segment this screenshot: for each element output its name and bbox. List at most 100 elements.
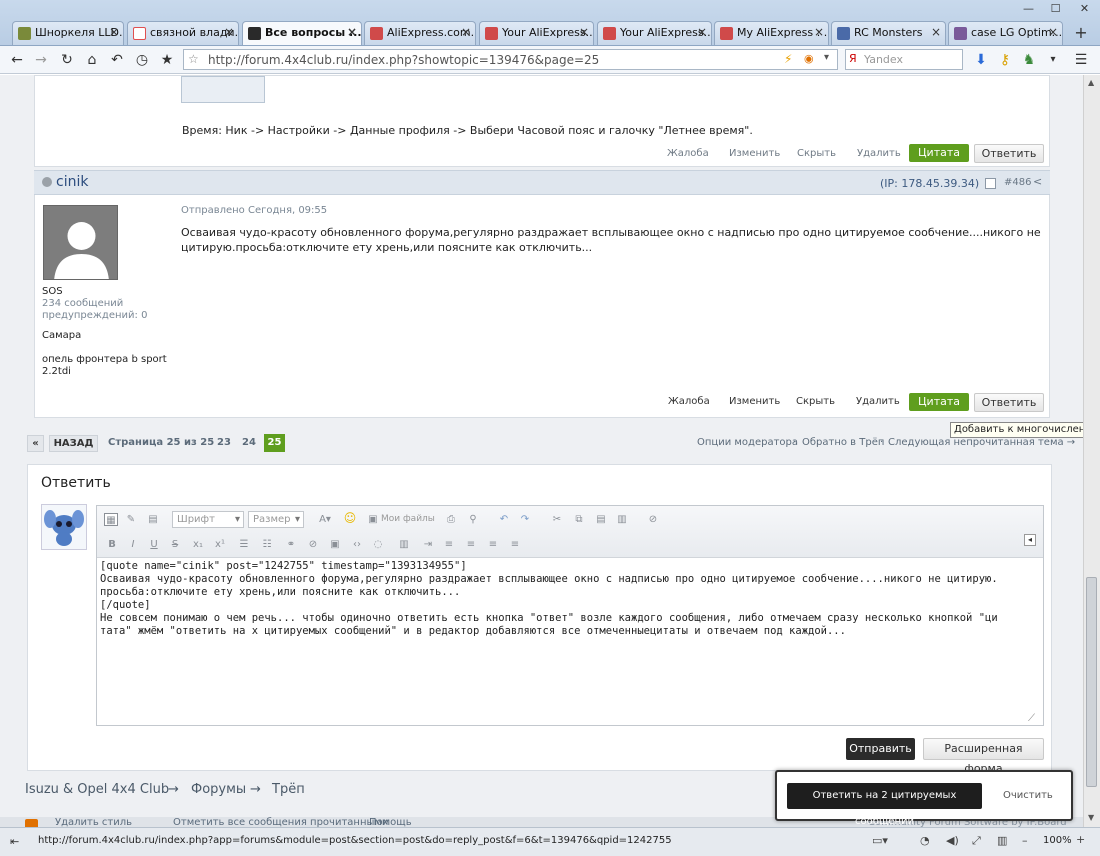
quote-icon[interactable]: ◌ xyxy=(371,538,385,551)
post-author[interactable]: cinik xyxy=(56,174,88,190)
prev-page-button[interactable]: НАЗАД xyxy=(49,435,98,452)
menu-icon[interactable]: ☰ xyxy=(1072,51,1090,69)
page-link[interactable]: 23 xyxy=(217,437,231,448)
emoticon-icon[interactable]: ☺ xyxy=(343,512,357,525)
zoom-in-icon[interactable]: + xyxy=(1076,833,1085,846)
browser-tab[interactable]: RC Monsters × xyxy=(831,21,946,45)
cut-icon[interactable]: ✂ xyxy=(550,513,564,526)
tab-close-icon[interactable]: × xyxy=(461,25,471,39)
copy-icon[interactable]: ⧉ xyxy=(572,513,586,526)
bullet-list-icon[interactable]: ☰ xyxy=(237,538,251,551)
share-icon[interactable]: < xyxy=(1033,175,1042,188)
rss-icon[interactable]: ◉ xyxy=(804,52,814,65)
back-icon[interactable]: ← xyxy=(8,51,26,69)
code-icon[interactable]: ‹› xyxy=(350,538,364,551)
footer-link[interactable]: Удалить стиль xyxy=(55,817,132,827)
collapse-toolbar-icon[interactable]: ◂ xyxy=(1024,534,1036,546)
report-link[interactable]: Жалоба xyxy=(667,148,709,159)
reload-icon[interactable]: ↻ xyxy=(58,51,76,69)
post-ip[interactable]: (IP: 178.45.39.34) xyxy=(880,177,979,190)
search-box[interactable]: Я Yandex xyxy=(845,49,963,70)
reply-button[interactable]: Ответить xyxy=(974,393,1044,412)
fit-icon[interactable]: ⤢ xyxy=(972,834,981,848)
devices-icon[interactable]: ▭▾ xyxy=(872,834,888,847)
breadcrumb-item[interactable]: Трёп xyxy=(272,782,305,797)
reply-button[interactable]: Ответить xyxy=(974,144,1044,163)
browser-tab[interactable]: Your AliExpress... × xyxy=(479,21,594,45)
subscript-icon[interactable]: x₁ xyxy=(191,538,205,551)
my-files-label[interactable]: Мои файлы xyxy=(381,514,435,524)
browser-tab[interactable]: AliExpress.com... × xyxy=(364,21,476,45)
home-icon[interactable]: ⌂ xyxy=(83,51,101,69)
undo-icon[interactable]: ↶ xyxy=(108,51,126,69)
browser-tab[interactable]: Шноркеля LLD... × xyxy=(12,21,124,45)
sound-icon[interactable]: ◀) xyxy=(946,834,959,847)
find-icon[interactable]: ⚲ xyxy=(466,513,480,526)
hide-link[interactable]: Скрыть xyxy=(797,148,836,159)
browser-tab[interactable]: связной влади... × xyxy=(127,21,239,45)
justify-icon[interactable]: ≡ xyxy=(508,538,522,551)
browser-tab[interactable]: My AliExpress : ... × xyxy=(714,21,829,45)
superscript-icon[interactable]: x¹ xyxy=(213,538,227,551)
download-icon[interactable]: ⬇ xyxy=(972,51,990,69)
browser-tab[interactable]: case LG Optim... × xyxy=(948,21,1063,45)
close-window-icon[interactable]: ✕ xyxy=(1069,0,1100,18)
italic-icon[interactable]: I xyxy=(126,538,140,551)
quote-button[interactable]: Цитата xyxy=(909,393,969,411)
spellcheck-icon[interactable]: ⊘ xyxy=(646,513,660,526)
zoom-level[interactable]: 100% xyxy=(1043,835,1072,846)
undo-icon[interactable]: ↶ xyxy=(497,513,511,526)
first-page-button[interactable]: « xyxy=(27,435,44,452)
paste-text-icon[interactable]: ▥ xyxy=(615,513,629,526)
image-icon[interactable]: ▣ xyxy=(328,538,342,551)
print-icon[interactable]: ⎙ xyxy=(444,513,458,526)
delete-link[interactable]: Удалить xyxy=(857,148,901,159)
page-link[interactable]: 24 xyxy=(242,437,256,448)
link-icon[interactable]: ⚭ xyxy=(284,538,298,551)
warnings-count[interactable]: предупреждений: 0 xyxy=(42,310,147,321)
scroll-down-icon[interactable]: ▼ xyxy=(1088,813,1094,822)
rss-icon[interactable] xyxy=(25,819,38,827)
footer-link[interactable]: Отметить все сообщения прочитанными xyxy=(173,817,388,827)
align-center-icon[interactable]: ≡ xyxy=(464,538,478,551)
maximize-icon[interactable]: ☐ xyxy=(1042,0,1069,18)
tab-close-icon[interactable]: × xyxy=(697,25,707,39)
star-outline-icon[interactable]: ☆ xyxy=(188,52,199,66)
lightning-icon[interactable]: ⚡ xyxy=(784,52,792,66)
browser-tab[interactable]: Your AliExpress... × xyxy=(597,21,712,45)
post-number[interactable]: #486 xyxy=(1004,177,1031,188)
advanced-form-button[interactable]: Расширенная форма xyxy=(923,738,1044,775)
edit-link[interactable]: Изменить xyxy=(729,148,780,159)
history-icon[interactable]: ◷ xyxy=(133,51,151,69)
address-bar[interactable]: ☆ http://forum.4x4club.ru/index.php?show… xyxy=(183,49,838,70)
tab-close-icon[interactable]: × xyxy=(109,25,119,39)
addon-icon[interactable]: ♞ xyxy=(1020,51,1038,69)
footer-link[interactable]: Помощь xyxy=(369,817,412,827)
tab-close-icon[interactable]: × xyxy=(1048,25,1058,39)
tab-close-icon[interactable]: × xyxy=(224,25,234,39)
chevron-down-icon[interactable]: ▾ xyxy=(824,52,829,63)
zoom-out-icon[interactable]: – xyxy=(1022,834,1028,847)
eraser-icon[interactable]: ✎ xyxy=(124,513,138,526)
scrollbar-thumb[interactable] xyxy=(1086,577,1097,787)
scroll-up-icon[interactable]: ▲ xyxy=(1088,78,1094,87)
multimod-checkbox[interactable] xyxy=(985,178,996,189)
turbo-icon[interactable]: ◔ xyxy=(920,834,930,847)
attachment-thumbnail[interactable] xyxy=(181,76,265,103)
tab-close-icon[interactable]: × xyxy=(347,25,357,39)
delete-link[interactable]: Удалить xyxy=(856,396,900,407)
align-right-icon[interactable]: ≡ xyxy=(486,538,500,551)
tab-close-icon[interactable]: × xyxy=(579,25,589,39)
overflow-icon[interactable]: ▾ xyxy=(1044,51,1062,69)
breadcrumb-item[interactable]: Isuzu & Opel 4x4 Club xyxy=(25,782,169,797)
reader-icon[interactable]: ▥ xyxy=(997,834,1007,847)
format-icon[interactable]: ▤ xyxy=(146,513,160,526)
unlink-icon[interactable]: ⊘ xyxy=(306,538,320,551)
files-icon[interactable]: ▣ xyxy=(366,513,380,526)
font-select[interactable]: Шрифт ▾ xyxy=(172,511,244,528)
tab-close-icon[interactable]: × xyxy=(814,25,824,39)
next-unread-link[interactable]: Следующая непрочитанная тема → xyxy=(888,437,1075,448)
redo-icon[interactable]: ↷ xyxy=(518,513,532,526)
strike-icon[interactable]: S xyxy=(168,538,182,551)
media-icon[interactable]: ▥ xyxy=(397,538,411,551)
